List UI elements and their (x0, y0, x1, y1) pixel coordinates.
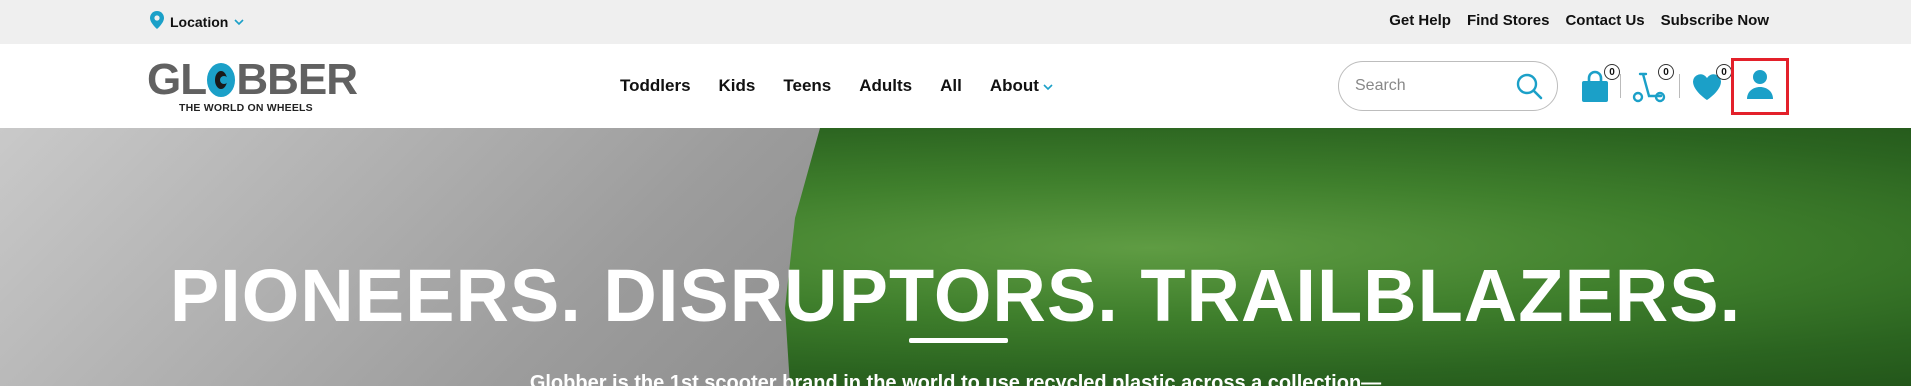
nav-item-about-label: About (989, 76, 1039, 95)
hero-title: PIONEERS. DISRUPTORS. TRAILBLAZERS. (169, 254, 1742, 337)
location-label: Location (170, 14, 229, 30)
utility-links: Get Help Find Stores Contact Us Subscrib… (1389, 12, 1769, 29)
main-nav: Toddlers Kids Teens Adults All About (620, 44, 1053, 128)
nav-item-teens[interactable]: Teens (783, 76, 831, 96)
search-icon[interactable] (1515, 72, 1543, 100)
logo-wordmark: GL BBER (147, 55, 358, 104)
nav-item-adults[interactable]: Adults (859, 76, 912, 96)
scooter-compare-button[interactable]: 0 (1632, 64, 1674, 106)
wishlist-count-badge: 0 (1716, 64, 1732, 80)
logo-wheel-icon (207, 63, 236, 97)
icon-divider (1620, 74, 1621, 98)
user-icon (1745, 68, 1775, 105)
chevron-down-icon (234, 13, 244, 31)
wishlist-button[interactable]: 0 (1690, 64, 1732, 106)
logo-word-right: BBER (236, 55, 358, 104)
icon-divider (1679, 74, 1680, 98)
main-header: GL BBER THE WORLD ON WHEELS Toddlers Kid… (0, 44, 1911, 128)
hero-subtitle: Globber is the 1st scooter brand in the … (529, 372, 1382, 386)
top-utility-bar: Location Get Help Find Stores Contact Us… (0, 0, 1911, 44)
account-button[interactable] (1731, 58, 1789, 115)
globber-logo[interactable]: GL BBER THE WORLD ON WHEELS (147, 55, 358, 118)
hero-divider (909, 338, 1008, 343)
hero-banner: PIONEERS. DISRUPTORS. TRAILBLAZERS. Glob… (0, 128, 1911, 386)
get-help-link[interactable]: Get Help (1389, 12, 1451, 29)
map-pin-icon (150, 10, 164, 34)
nav-item-kids[interactable]: Kids (719, 76, 756, 96)
find-stores-link[interactable]: Find Stores (1467, 12, 1550, 29)
subscribe-now-link[interactable]: Subscribe Now (1661, 12, 1769, 29)
location-selector[interactable]: Location (150, 10, 244, 34)
nav-item-toddlers[interactable]: Toddlers (620, 76, 691, 96)
search-box (1338, 61, 1558, 111)
nav-item-about[interactable]: About (990, 76, 1053, 96)
nav-item-all[interactable]: All (940, 76, 962, 96)
bag-count-badge: 0 (1604, 64, 1620, 80)
chevron-down-icon (1043, 76, 1053, 96)
search-input[interactable] (1355, 77, 1505, 95)
contact-us-link[interactable]: Contact Us (1565, 12, 1644, 29)
scooter-count-badge: 0 (1658, 64, 1674, 80)
shopping-bag-button[interactable]: 0 (1578, 64, 1620, 106)
logo-word-left: GL (147, 55, 207, 104)
